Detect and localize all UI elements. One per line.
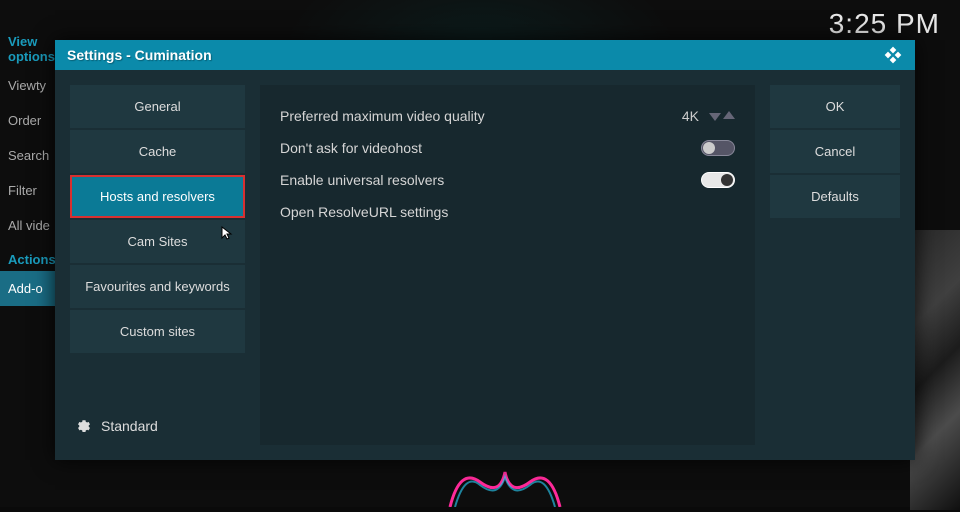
- cancel-button[interactable]: Cancel: [770, 130, 900, 173]
- category-list: General Cache Hosts and resolvers Cam Si…: [70, 85, 245, 445]
- left-panel-item[interactable]: Search: [0, 138, 55, 173]
- category-cache[interactable]: Cache: [70, 130, 245, 173]
- setting-video-quality[interactable]: Preferred maximum video quality 4K: [280, 100, 735, 132]
- dialog-title: Settings - Cumination: [67, 47, 212, 63]
- setting-dont-ask-videohost[interactable]: Don't ask for videohost: [280, 132, 735, 164]
- toggle-off-icon[interactable]: [701, 140, 735, 156]
- setting-universal-resolvers[interactable]: Enable universal resolvers: [280, 164, 735, 196]
- category-general[interactable]: General: [70, 85, 245, 128]
- setting-value: 4K: [682, 108, 699, 124]
- category-cam-sites[interactable]: Cam Sites: [70, 220, 245, 263]
- left-panel-item[interactable]: Add-o: [0, 271, 55, 306]
- clock: 3:25 PM: [829, 8, 940, 40]
- view-options-header: View options: [0, 30, 55, 68]
- toggle-on-icon[interactable]: [701, 172, 735, 188]
- settings-level-button[interactable]: Standard: [70, 407, 245, 445]
- category-favourites[interactable]: Favourites and keywords: [70, 265, 245, 308]
- left-panel-item[interactable]: Order: [0, 103, 55, 138]
- defaults-button[interactable]: Defaults: [770, 175, 900, 218]
- setting-open-resolveurl[interactable]: Open ResolveURL settings: [280, 196, 735, 228]
- setting-label: Enable universal resolvers: [280, 172, 444, 188]
- ok-button[interactable]: OK: [770, 85, 900, 128]
- category-hosts-resolvers[interactable]: Hosts and resolvers: [70, 175, 245, 218]
- left-panel-item[interactable]: All vide: [0, 208, 55, 243]
- setting-label: Preferred maximum video quality: [280, 108, 485, 124]
- category-custom-sites[interactable]: Custom sites: [70, 310, 245, 353]
- setting-label: Open ResolveURL settings: [280, 204, 448, 220]
- setting-label: Don't ask for videohost: [280, 140, 422, 156]
- dialog-header: Settings - Cumination: [55, 40, 915, 70]
- settings-content: Preferred maximum video quality 4K Don't…: [260, 85, 755, 445]
- gear-icon: [75, 417, 93, 435]
- kodi-logo-icon: [883, 45, 903, 65]
- left-panel: View options Viewty Order Search Filter …: [0, 30, 55, 306]
- actions-header: Actions: [0, 248, 55, 271]
- dialog-actions: OK Cancel Defaults: [770, 85, 900, 445]
- left-panel-item[interactable]: Filter: [0, 173, 55, 208]
- spinner-arrows-icon[interactable]: [709, 111, 735, 121]
- settings-dialog: Settings - Cumination General Cache Host…: [55, 40, 915, 460]
- left-panel-item[interactable]: Viewty: [0, 68, 55, 103]
- settings-level-label: Standard: [101, 418, 158, 434]
